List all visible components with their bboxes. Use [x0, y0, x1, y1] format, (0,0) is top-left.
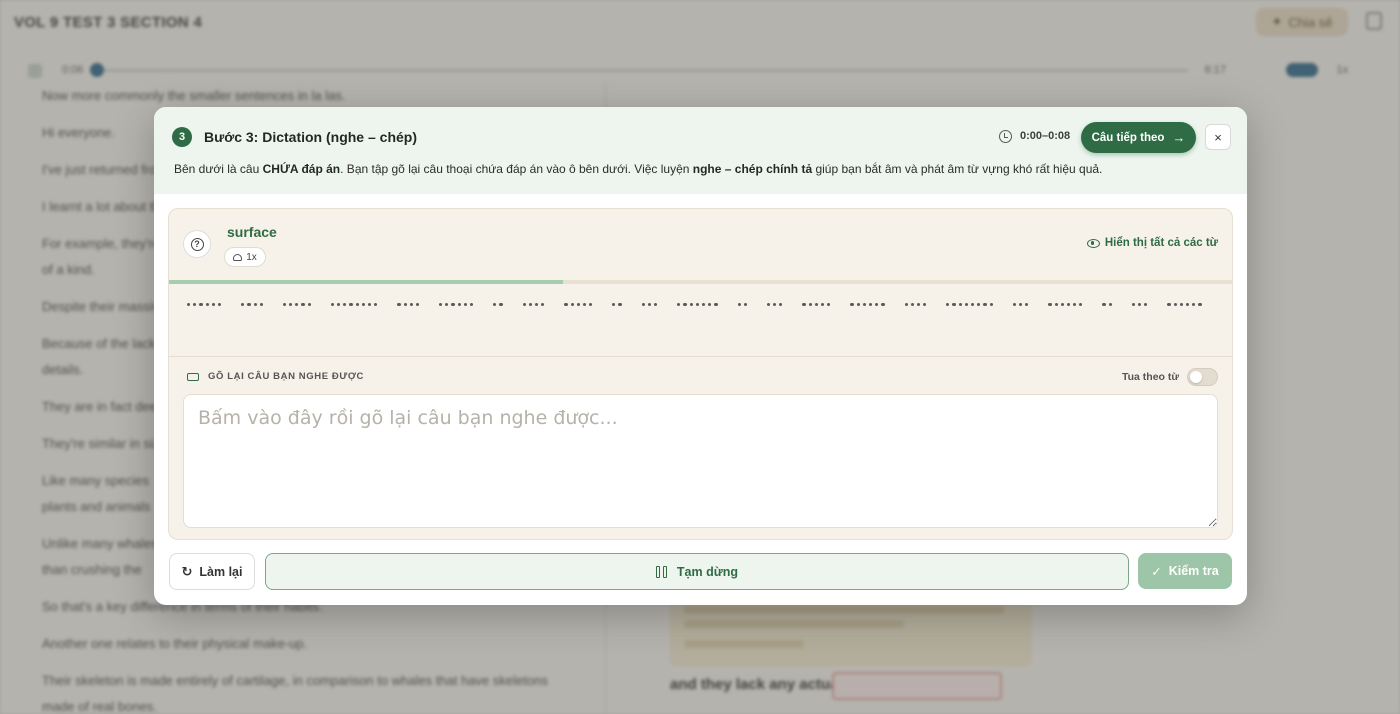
- instruction-part: Bên dưới là câu: [174, 162, 263, 176]
- masked-sentence: [187, 297, 1217, 312]
- rotate-icon: ↻: [181, 563, 193, 579]
- masked-word: [1048, 297, 1083, 312]
- masked-word: [1167, 297, 1202, 312]
- masked-word: [850, 297, 885, 312]
- playback-progress-fill: [169, 280, 564, 284]
- step-badge: 3: [172, 127, 192, 147]
- answer-textarea[interactable]: [183, 394, 1218, 528]
- pause-button[interactable]: Tạm dừng: [265, 553, 1129, 590]
- follow-label: Tua theo từ: [1122, 371, 1179, 383]
- hint-word: surface: [227, 224, 277, 240]
- masked-word: [1131, 297, 1148, 312]
- arrow-right-icon: →: [1172, 130, 1186, 145]
- keyboard-icon: [187, 372, 199, 381]
- help-icon: ?: [190, 237, 204, 251]
- instruction-part: . Bạn tập gõ lại câu thoại chứa đáp án v…: [340, 162, 693, 176]
- masked-word: [737, 297, 747, 312]
- show-all-words-button[interactable]: Hiển thị tất cả các từ: [1086, 237, 1218, 249]
- pause-label: Tạm dừng: [676, 564, 739, 579]
- type-label-text: GÕ LẠI CÂU BẠN NGHE ĐƯỢC: [208, 371, 364, 382]
- speed-label: 1x: [246, 251, 257, 263]
- instruction-emphasis: CHỨA đáp án: [262, 162, 341, 176]
- masked-word: [241, 297, 263, 312]
- masked-word: [677, 297, 718, 312]
- masked-word: [493, 297, 503, 312]
- masked-word: [522, 297, 545, 312]
- masked-word: [187, 297, 222, 312]
- redo-label: Làm lại: [199, 564, 243, 579]
- masked-word: [612, 297, 622, 312]
- instruction-emphasis: nghe – chép chính tả: [692, 162, 813, 176]
- check-icon: ✓: [1151, 564, 1162, 579]
- close-icon: ×: [1214, 129, 1222, 145]
- help-button[interactable]: ?: [183, 230, 211, 258]
- masked-word: [766, 297, 783, 312]
- clock-icon: [999, 130, 1012, 143]
- divider: [169, 356, 1232, 357]
- dictation-modal: 3 Bước 3: Dictation (nghe – chép) 0:00–0…: [154, 107, 1247, 605]
- masked-word: [397, 297, 420, 312]
- eye-icon: [1086, 238, 1100, 248]
- masked-word: [946, 297, 993, 312]
- masked-word: [330, 297, 378, 312]
- speed-chip[interactable]: 1x: [224, 247, 266, 267]
- masked-word: [282, 297, 311, 312]
- show-all-label: Hiển thị tất cả các từ: [1104, 237, 1218, 249]
- masked-word: [439, 297, 474, 312]
- follow-word-toggle[interactable]: Tua theo từ: [1122, 368, 1218, 386]
- step-title: Bước 3: Dictation (nghe – chép): [204, 129, 418, 145]
- next-sentence-button[interactable]: Câu tiếp theo →: [1081, 122, 1196, 153]
- masked-word: [641, 297, 658, 312]
- headphones-icon: [233, 253, 243, 261]
- follow-switch[interactable]: [1187, 368, 1218, 386]
- redo-button[interactable]: ↻ Làm lại: [169, 553, 255, 590]
- masked-word: [1102, 297, 1112, 312]
- time-range: 0:00–0:08: [1020, 130, 1071, 142]
- masked-word: [564, 297, 593, 312]
- check-button[interactable]: ✓ Kiểm tra: [1138, 553, 1232, 589]
- instruction-text: Bên dưới là câu CHỨA đáp án. Bạn tập gõ …: [174, 162, 1102, 176]
- masked-word: [904, 297, 927, 312]
- masked-word: [802, 297, 831, 312]
- playback-progress: [169, 280, 1232, 284]
- modal-header: 3 Bước 3: Dictation (nghe – chép) 0:00–0…: [154, 107, 1247, 194]
- pause-icon: [655, 565, 667, 578]
- check-label: Kiểm tra: [1168, 564, 1219, 578]
- dictation-card: ? surface 1x Hiển thị tất cả các từ GÕ L…: [168, 208, 1233, 540]
- next-sentence-label: Câu tiếp theo: [1091, 131, 1165, 144]
- type-section-label: GÕ LẠI CÂU BẠN NGHE ĐƯỢC: [187, 371, 364, 382]
- masked-word: [1012, 297, 1029, 312]
- instruction-part: giúp bạn bắt âm và phát âm từ vựng khó r…: [812, 162, 1103, 176]
- close-button[interactable]: ×: [1205, 124, 1231, 150]
